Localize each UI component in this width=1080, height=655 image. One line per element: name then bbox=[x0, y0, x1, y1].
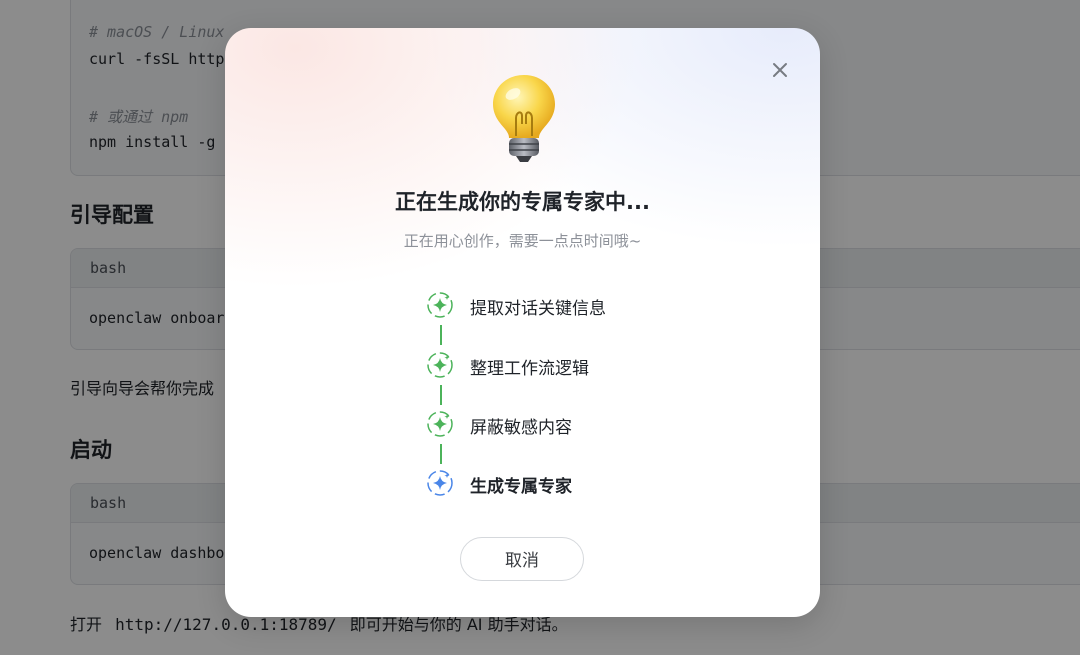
step-label: 生成专属专家 bbox=[470, 477, 572, 497]
close-button[interactable] bbox=[768, 58, 792, 82]
step-connector bbox=[440, 325, 442, 345]
sparkle-icon bbox=[427, 352, 453, 378]
sparkle-icon bbox=[427, 292, 453, 318]
step-label: 屏蔽敏感内容 bbox=[470, 418, 572, 438]
step-item: 屏蔽敏感内容 bbox=[425, 409, 725, 439]
step-item-active: 生成专属专家 bbox=[425, 468, 725, 498]
close-icon bbox=[773, 63, 787, 77]
sparkle-icon bbox=[427, 470, 453, 496]
step-item: 提取对话关键信息 bbox=[425, 290, 725, 320]
step-item: 整理工作流逻辑 bbox=[425, 350, 725, 380]
generating-expert-dialog: 正在生成你的专属专家中... 正在用心创作，需要一点点时间哦~ 提取对话关键信息… bbox=[225, 28, 820, 617]
dialog-title: 正在生成你的专属专家中... bbox=[395, 190, 650, 214]
step-connector bbox=[440, 385, 442, 405]
lightbulb-icon bbox=[493, 75, 555, 162]
step-label: 提取对话关键信息 bbox=[470, 299, 606, 319]
step-connector bbox=[440, 444, 442, 464]
sparkle-icon bbox=[427, 411, 453, 437]
progress-steps: 提取对话关键信息 整理工作流逻辑 屏蔽敏感内容 生成专属专家 bbox=[425, 290, 725, 520]
step-label: 整理工作流逻辑 bbox=[470, 359, 589, 379]
cancel-button[interactable]: 取消 bbox=[460, 537, 584, 581]
dialog-subtitle: 正在用心创作，需要一点点时间哦~ bbox=[403, 232, 642, 250]
